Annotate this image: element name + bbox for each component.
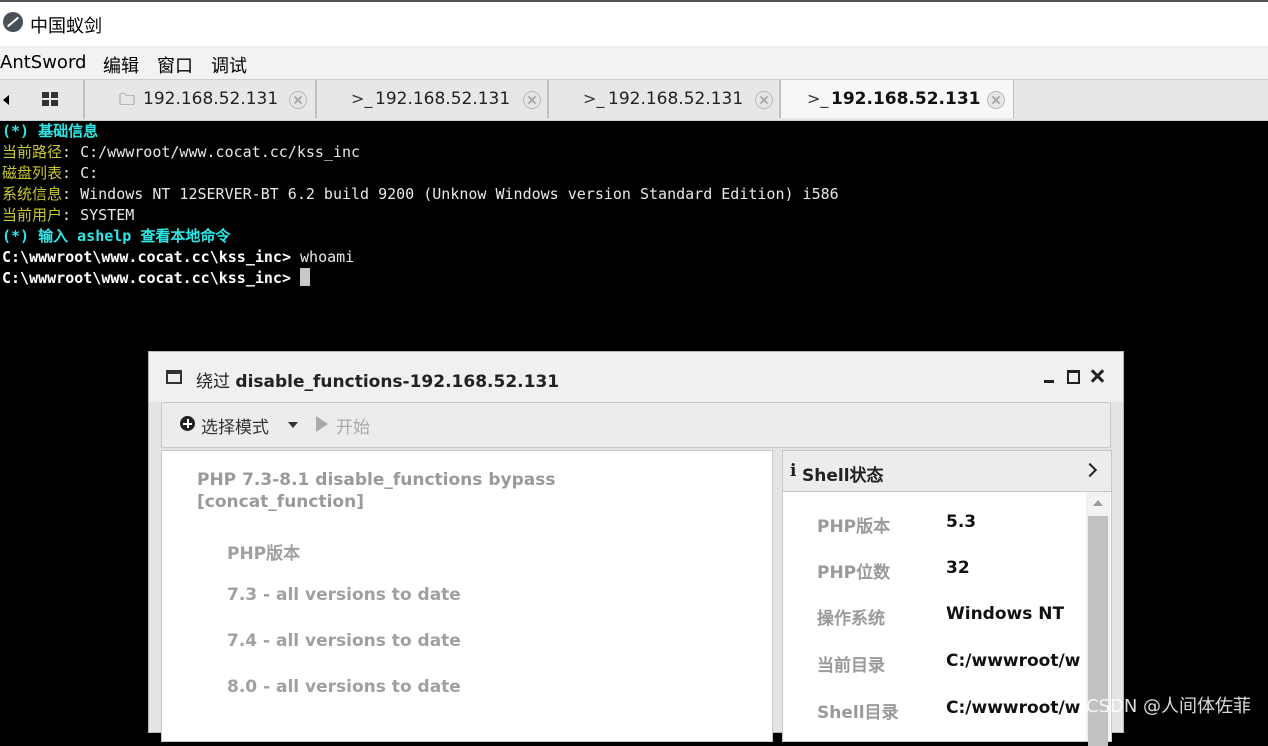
start-label: 开始 bbox=[336, 418, 370, 438]
minimize-icon[interactable] bbox=[1040, 366, 1060, 386]
info-icon: i bbox=[790, 461, 797, 481]
watermark: CSDN @人间体佐菲 bbox=[1086, 696, 1252, 717]
version-item: 8.0 - all versions to date bbox=[227, 677, 461, 697]
tab-bar: 🗀 192.168.52.131 >_ 192.168.52.131 >_ 19… bbox=[0, 79, 1268, 122]
tab-label: 192.168.52.131 bbox=[375, 89, 511, 109]
window-titlebar: 中国蚁剑 bbox=[0, 0, 1268, 46]
menu-bar: AntSword 编辑 窗口 调试 bbox=[0, 46, 1268, 79]
terminal-line: 系统信息: Windows NT 12SERVER-BT 6.2 build 9… bbox=[2, 185, 839, 203]
tab-label: 192.168.52.131 bbox=[608, 89, 744, 109]
dialog-header[interactable]: 绕过 disable_functions-192.168.52.131 bbox=[149, 352, 1123, 402]
prop-key: PHP位数 bbox=[817, 563, 891, 583]
prop-value: 32 bbox=[946, 558, 970, 578]
terminal-icon: >_ bbox=[807, 89, 829, 108]
terminal-line: 当前用户: SYSTEM bbox=[2, 206, 135, 224]
terminal-line: (*) 输入 ashelp 查看本地命令 bbox=[2, 227, 231, 245]
plus-circle-icon bbox=[180, 416, 195, 431]
menu-window[interactable]: 窗口 bbox=[157, 52, 193, 78]
mode-info-panel: PHP 7.3-8.1 disable_functions bypass [co… bbox=[161, 450, 773, 742]
chevron-right-icon[interactable] bbox=[1082, 462, 1098, 478]
tab-terminal-1[interactable]: >_ 192.168.52.131 bbox=[316, 80, 548, 118]
prop-value: 5.3 bbox=[946, 512, 977, 532]
window-icon bbox=[166, 370, 182, 384]
app-title: 中国蚁剑 bbox=[30, 16, 102, 37]
terminal-icon: >_ bbox=[351, 89, 373, 108]
prop-value: C:/wwwroot/w bbox=[946, 698, 1081, 718]
close-icon[interactable] bbox=[987, 91, 1005, 109]
prop-key: Shell目录 bbox=[817, 703, 899, 723]
version-item: 7.3 - all versions to date bbox=[227, 585, 461, 605]
prop-key: 当前目录 bbox=[817, 656, 885, 676]
terminal-cursor bbox=[300, 268, 311, 286]
tab-home[interactable] bbox=[15, 80, 84, 120]
folder-icon: 🗀 bbox=[119, 90, 136, 109]
play-icon bbox=[316, 416, 328, 432]
menu-antsword[interactable]: AntSword bbox=[0, 52, 86, 73]
shell-status-panel: i Shell状态 PHP版本 5.3 PHP位数 32 操作系统 Window… bbox=[782, 450, 1112, 746]
shell-status-header[interactable]: i Shell状态 bbox=[783, 451, 1111, 492]
bypass-dialog: 绕过 disable_functions-192.168.52.131 选择模式… bbox=[148, 351, 1124, 746]
terminal-line: 当前路径: C:/wwwroot/www.cocat.cc/kss_inc bbox=[2, 143, 361, 161]
php-version-heading: PHP版本 bbox=[227, 544, 301, 564]
select-mode-label: 选择模式 bbox=[201, 418, 269, 438]
terminal-line: 磁盘列表: C: bbox=[2, 164, 99, 182]
close-icon[interactable] bbox=[523, 91, 541, 109]
grid-icon bbox=[42, 92, 58, 106]
prop-key: 操作系统 bbox=[817, 609, 885, 629]
antsword-logo-icon bbox=[3, 12, 23, 32]
terminal-icon: >_ bbox=[583, 89, 605, 108]
mode-title: PHP 7.3-8.1 disable_functions bypass [co… bbox=[197, 470, 556, 512]
prop-key: PHP版本 bbox=[817, 517, 891, 537]
menu-debug[interactable]: 调试 bbox=[211, 52, 247, 78]
maximize-icon[interactable] bbox=[1064, 366, 1084, 386]
terminal-line: (*) 基础信息 bbox=[2, 122, 99, 140]
tab-terminal-2[interactable]: >_ 192.168.52.131 bbox=[548, 80, 780, 118]
shell-status-title: Shell状态 bbox=[802, 466, 884, 486]
tab-terminal-3[interactable]: >_ 192.168.52.131 bbox=[780, 80, 1014, 118]
tab-file-manager[interactable]: 🗀 192.168.52.131 bbox=[84, 80, 316, 118]
prop-value: C:/wwwroot/w bbox=[946, 651, 1081, 671]
close-icon[interactable] bbox=[289, 91, 307, 109]
tab-label: 192.168.52.131 bbox=[831, 89, 981, 109]
close-icon[interactable] bbox=[755, 91, 773, 109]
terminal-prompt-line[interactable]: C:\wwwroot\www.cocat.cc\kss_inc> bbox=[2, 268, 311, 289]
terminal-line: C:\wwwroot\www.cocat.cc\kss_inc> whoami bbox=[2, 248, 355, 266]
prop-value: Windows NT bbox=[946, 604, 1065, 624]
dialog-title: 绕过 disable_functions-192.168.52.131 bbox=[196, 372, 560, 392]
caret-down-icon bbox=[288, 422, 298, 428]
titlebar-border bbox=[0, 0, 1268, 2]
tab-scroll-left-icon[interactable] bbox=[0, 80, 14, 120]
close-icon[interactable] bbox=[1087, 366, 1107, 386]
version-item: 7.4 - all versions to date bbox=[227, 631, 461, 651]
scroll-up-icon[interactable] bbox=[1093, 500, 1103, 506]
tab-label: 192.168.52.131 bbox=[143, 89, 279, 109]
menu-edit[interactable]: 编辑 bbox=[103, 52, 139, 78]
dialog-toolbar: 选择模式 开始 bbox=[161, 402, 1111, 448]
